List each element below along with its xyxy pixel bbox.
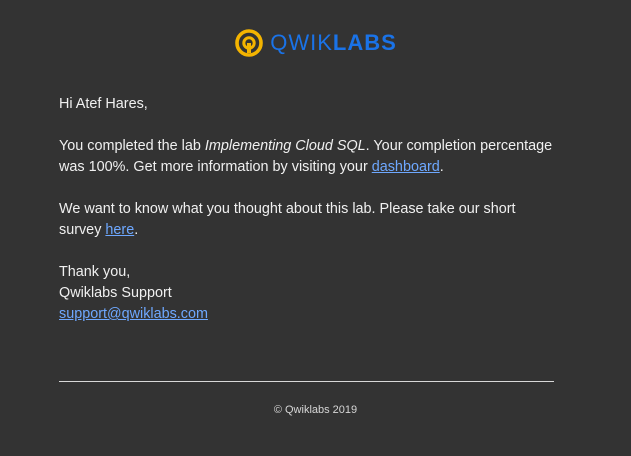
completion-text-before: You completed the lab bbox=[59, 138, 205, 154]
dashboard-link[interactable]: dashboard bbox=[372, 159, 440, 175]
email-body: Hi Atef Hares, You completed the lab Imp… bbox=[59, 94, 559, 325]
survey-paragraph: We want to know what you thought about t… bbox=[59, 199, 559, 241]
signoff-name: Qwiklabs Support bbox=[59, 285, 172, 301]
completion-paragraph: You completed the lab Implementing Cloud… bbox=[59, 136, 559, 178]
survey-link[interactable]: here bbox=[105, 222, 134, 238]
greeting: Hi Atef Hares, bbox=[59, 96, 148, 112]
footer-divider bbox=[59, 381, 554, 382]
completion-text-end: . bbox=[439, 159, 444, 175]
brand-wordmark: QWIKLABS bbox=[270, 28, 397, 58]
support-email-link[interactable]: support@qwiklabs.com bbox=[59, 306, 208, 322]
brand-logo[interactable]: QWIKLABS bbox=[0, 28, 631, 58]
survey-text-end: . bbox=[134, 222, 139, 238]
signoff-thanks: Thank you, bbox=[59, 264, 131, 280]
brand-wordmark-bold: LABS bbox=[332, 30, 397, 55]
brand-wordmark-light: QWIK bbox=[270, 30, 333, 55]
footer-copyright: © Qwiklabs 2019 bbox=[273, 404, 358, 416]
lab-name: Implementing Cloud SQL bbox=[204, 138, 366, 154]
email-page: QWIKLABS Hi Atef Hares, You completed th… bbox=[0, 0, 631, 456]
qwiklabs-logo-icon bbox=[234, 28, 264, 58]
